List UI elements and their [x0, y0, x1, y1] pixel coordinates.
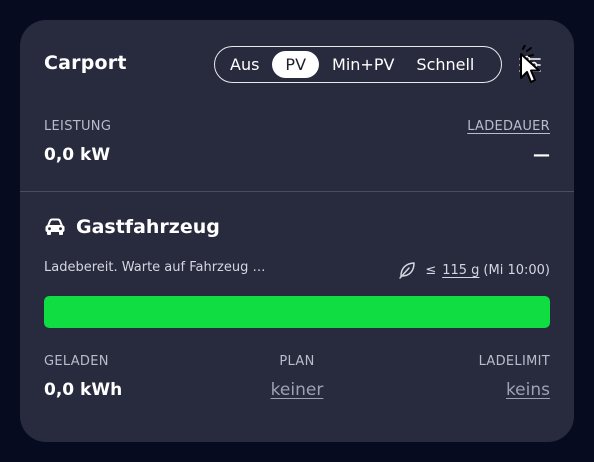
limit-label: Ladelimit: [478, 354, 550, 369]
mode-off-button[interactable]: Aus: [219, 51, 270, 78]
charge-duration-value: —: [533, 145, 550, 165]
co2-info: ≤ 115 g (Mi 10:00): [397, 260, 550, 280]
mode-fast-button[interactable]: Schnell: [405, 51, 485, 78]
charge-duration-link[interactable]: Ladedauer: [467, 119, 550, 134]
charge-progress-bar: [44, 296, 550, 328]
divider: [20, 191, 574, 192]
co2-value-link[interactable]: 115 g: [442, 263, 479, 278]
mode-minpv-button[interactable]: Min+PV: [321, 51, 405, 78]
leaf-icon: [399, 262, 416, 279]
charge-progress-fill: [44, 296, 550, 328]
vehicle-name: Gastfahrzeug: [76, 216, 220, 238]
power-label: Leistung: [44, 119, 112, 134]
charging-status: Ladebereit. Warte auf Fahrzeug …: [44, 260, 266, 275]
mode-selector: Aus PV Min+PV Schnell: [214, 46, 502, 83]
mouse-pointer-icon: [520, 45, 540, 83]
co2-time: (Mi 10:00): [483, 262, 550, 278]
loadpoint-title: Carport: [44, 52, 127, 74]
vehicle-header[interactable]: Gastfahrzeug: [44, 216, 220, 238]
plan-link[interactable]: keiner: [271, 380, 324, 400]
car-icon: [45, 218, 65, 235]
co2-prefix: ≤: [425, 262, 437, 278]
power-value: 0,0 kW: [44, 145, 111, 165]
mode-pv-button[interactable]: PV: [272, 51, 320, 78]
loadpoint-card: Carport Aus PV Min+PV Schnell Leistung 0…: [20, 20, 574, 442]
limit-link[interactable]: keins: [506, 380, 550, 400]
